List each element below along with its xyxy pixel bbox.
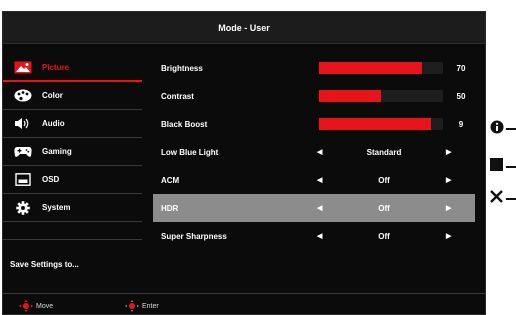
sidebar-item-label: OSD [42,175,60,184]
sidebar-item-label: System [42,203,71,212]
enter-hint: Enter [125,300,159,312]
osd-menu: Mode - User Picture Color Audio Gaming O… [2,11,486,315]
arrow-left-icon[interactable]: ◀ [317,148,322,156]
dpad-enter-icon [125,300,139,312]
setting-label: Brightness [161,63,203,73]
hdr-value: Off [378,203,390,213]
sidebar-item-picture[interactable]: Picture [3,54,142,82]
sidebar-item-audio[interactable]: Audio [3,110,142,138]
setting-label: ACM [161,175,180,185]
setting-label: Super Sharpness [161,231,227,241]
arrow-left-icon[interactable]: ◀ [317,232,322,240]
button-leader-line [506,128,516,130]
arrow-right-icon[interactable]: ▶ [446,176,451,184]
setting-label: Contrast [161,91,194,101]
gamepad-icon [13,145,33,159]
sidebar-item-osd[interactable]: OSD [3,166,142,194]
sidebar-item-label: Gaming [42,147,72,156]
sidebar-item-label: Audio [42,119,65,128]
contrast-slider-fill [319,90,381,102]
arrow-left-icon[interactable]: ◀ [317,176,322,184]
contrast-slider[interactable] [319,90,443,102]
button-leader-line [506,166,516,168]
low-blue-light-value: Standard [366,147,402,157]
save-settings-item[interactable]: Save Settings to... [3,260,142,274]
setting-label: HDR [161,203,179,213]
black-boost-slider-fill [319,118,431,130]
contrast-value: 50 [456,91,466,101]
arrow-left-icon[interactable]: ◀ [317,204,322,212]
arrow-right-icon[interactable]: ▶ [446,204,451,212]
sidebar-item-system[interactable]: System [3,194,142,222]
menu-title: Mode - User [3,12,485,44]
brightness-slider[interactable] [319,62,443,74]
sidebar-item-gaming[interactable]: Gaming [3,138,142,166]
footer-hints: Move Enter [3,296,485,314]
settings-panel: Brightness 70 Contrast 50 Black Boost 9 … [153,54,475,250]
setting-row-contrast[interactable]: Contrast 50 [153,82,475,110]
brightness-slider-fill [319,62,422,74]
setting-row-black-boost[interactable]: Black Boost 9 [153,110,475,138]
close-icon [490,190,503,208]
sidebar-divider [3,239,142,240]
sidebar-item-label: Picture [42,62,70,72]
dpad-move-icon [19,300,33,312]
sidebar-item-color[interactable]: Color [3,82,142,110]
gear-icon [13,200,33,215]
setting-row-hdr[interactable]: HDR ◀ Off ▶ [153,194,475,222]
button-leader-line [506,198,516,200]
hw-info-button[interactable] [490,120,516,139]
setting-row-low-blue-light[interactable]: Low Blue Light ◀ Standard ▶ [153,138,475,166]
setting-row-super-sharpness[interactable]: Super Sharpness ◀ Off ▶ [153,222,475,250]
palette-icon [13,89,33,103]
enter-label: Enter [142,302,159,310]
osd-icon [13,173,33,187]
setting-row-acm[interactable]: ACM ◀ Off ▶ [153,166,475,194]
sidebar: Picture Color Audio Gaming OSD System [3,54,142,222]
picture-icon [13,60,33,74]
acm-value: Off [378,175,390,185]
hw-close-button[interactable] [490,190,516,208]
arrow-right-icon[interactable]: ▶ [446,232,451,240]
hw-square-button[interactable] [490,158,516,176]
brightness-value: 70 [456,63,466,73]
setting-row-brightness[interactable]: Brightness 70 [153,54,475,82]
move-label: Move [36,302,54,310]
black-boost-value: 9 [458,119,464,129]
black-boost-slider[interactable] [319,118,443,130]
footer-divider [3,293,485,294]
speaker-icon [13,117,33,131]
info-icon [490,120,504,139]
setting-label: Low Blue Light [161,147,219,157]
arrow-right-icon[interactable]: ▶ [446,148,451,156]
setting-label: Black Boost [161,119,208,129]
square-icon [490,158,503,176]
move-hint: Move [19,300,53,312]
super-sharpness-value: Off [378,231,390,241]
sidebar-item-label: Color [42,91,63,100]
